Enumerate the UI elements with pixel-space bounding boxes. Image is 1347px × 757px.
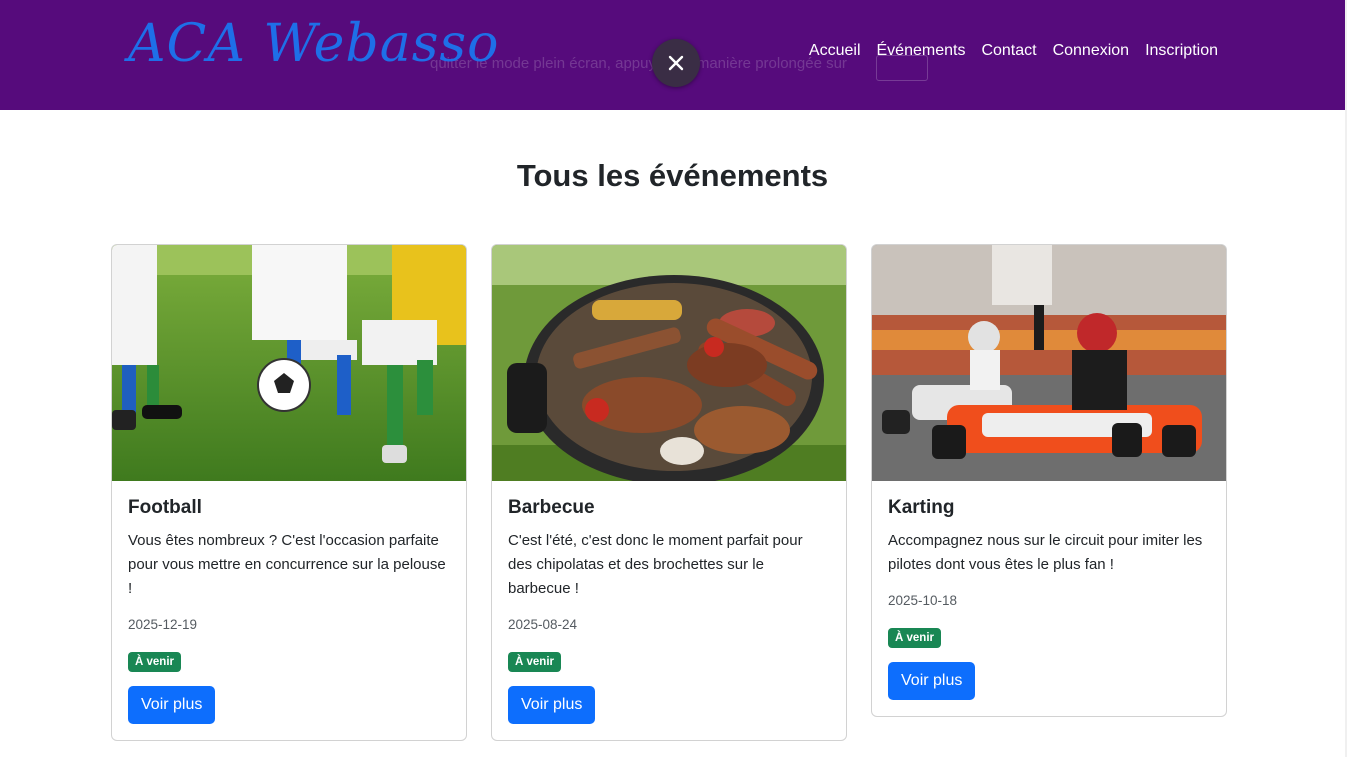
card-date: 2025-10-18 (888, 592, 958, 608)
event-card-barbecue: Barbecue C'est l'été, c'est donc le mome… (491, 244, 847, 741)
card-title: Karting (888, 497, 955, 518)
page-title: Tous les événements (516, 158, 829, 193)
card-description: Vous êtes nombreux ? C'est l'occasion pa… (128, 531, 446, 597)
event-card-karting: Karting Accompagnez nous sur le circuit … (871, 244, 1227, 717)
card-title: Barbecue (508, 497, 595, 518)
nav-link-evenements[interactable]: Événements (877, 42, 966, 60)
card-description: C'est l'été, c'est donc le moment parfai… (508, 531, 803, 597)
karting-photo (872, 245, 1226, 481)
voir-plus-button[interactable]: Voir plus (508, 685, 596, 724)
football-photo (112, 245, 466, 481)
nav-link-accueil[interactable]: Accueil (809, 42, 861, 60)
event-card-football: Football Vous êtes nombreux ? C'est l'oc… (111, 244, 467, 741)
card-date: 2025-08-24 (508, 616, 578, 632)
status-badge: À venir (508, 651, 561, 672)
nav-link-contact[interactable]: Contact (981, 42, 1036, 60)
card-description: Accompagnez nous sur le circuit pour imi… (888, 531, 1203, 573)
card-title: Football (128, 497, 202, 518)
status-badge: À venir (888, 627, 941, 648)
navbar: quitter le mode plein écran, appuyez de … (0, 0, 1345, 110)
nav-link-connexion[interactable]: Connexion (1053, 42, 1130, 60)
brand-logo[interactable]: ACA Webasso (128, 14, 499, 74)
fullscreen-exit-button[interactable] (652, 39, 700, 87)
card-date: 2025-12-19 (128, 616, 198, 632)
close-icon (668, 55, 684, 71)
nav-link-inscription[interactable]: Inscription (1145, 42, 1218, 60)
voir-plus-button[interactable]: Voir plus (128, 685, 216, 724)
nav-menu: Accueil Événements Contact Connexion Ins… (809, 42, 1218, 60)
voir-plus-button[interactable]: Voir plus (888, 661, 976, 700)
barbecue-photo (492, 245, 846, 481)
status-badge: À venir (128, 651, 181, 672)
